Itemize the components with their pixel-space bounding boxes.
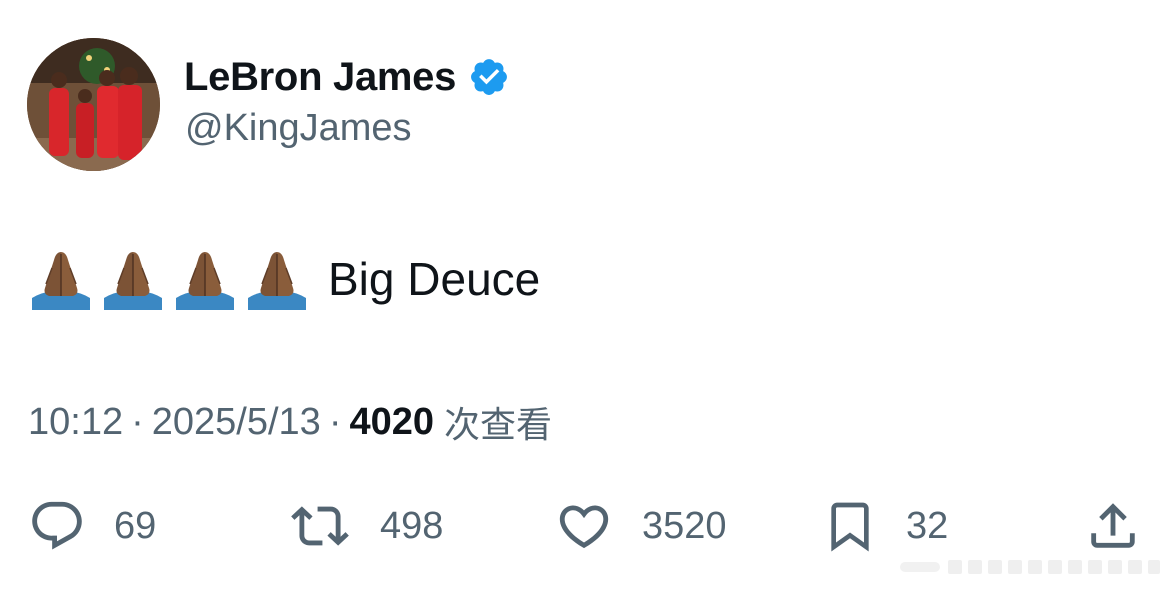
avatar-photo xyxy=(27,38,160,171)
reply-button[interactable]: 69 xyxy=(28,494,156,558)
share-button[interactable] xyxy=(1084,494,1142,558)
bookmark-count: 32 xyxy=(906,504,949,547)
reply-count: 69 xyxy=(114,504,157,547)
bookmark-button[interactable]: 32 xyxy=(822,494,948,558)
folded-hands-icon xyxy=(244,248,310,310)
author-avatar[interactable] xyxy=(27,38,160,171)
folded-hands-icon xyxy=(100,248,166,310)
tweet-text: Big Deuce xyxy=(328,253,541,305)
like-button[interactable]: 3520 xyxy=(554,494,727,558)
retweet-count: 498 xyxy=(380,504,444,547)
tweet-meta: 10:12 · 2025/5/13 · 4020 次查看 xyxy=(28,398,553,447)
tweet-text-row: Big Deuce xyxy=(28,248,540,310)
watermark xyxy=(900,556,1162,578)
author-handle[interactable]: @KingJames xyxy=(185,107,412,150)
folded-hands-icon xyxy=(172,248,238,310)
author-name-row: LeBron James xyxy=(184,52,510,102)
meta-separator: · xyxy=(328,400,342,443)
meta-separator: · xyxy=(131,400,144,443)
tweet-time[interactable]: 10:12 xyxy=(28,401,123,444)
tweet-date[interactable]: 2025/5/13 xyxy=(152,401,321,444)
tweet-action-bar: 69 498 3520 32 xyxy=(0,494,1170,558)
share-icon xyxy=(1091,503,1135,548)
bookmark-icon xyxy=(831,502,869,552)
author-display-name[interactable]: LeBron James xyxy=(184,55,456,100)
reply-icon xyxy=(32,501,82,550)
retweet-icon xyxy=(291,506,349,546)
retweet-button[interactable]: 498 xyxy=(288,494,443,558)
like-count: 3520 xyxy=(642,504,727,547)
views-label: 次查看 xyxy=(444,405,553,446)
folded-hands-icon xyxy=(28,248,94,310)
verified-badge-icon[interactable] xyxy=(468,56,510,98)
heart-icon xyxy=(559,505,609,549)
views-count: 4020 xyxy=(349,400,435,443)
